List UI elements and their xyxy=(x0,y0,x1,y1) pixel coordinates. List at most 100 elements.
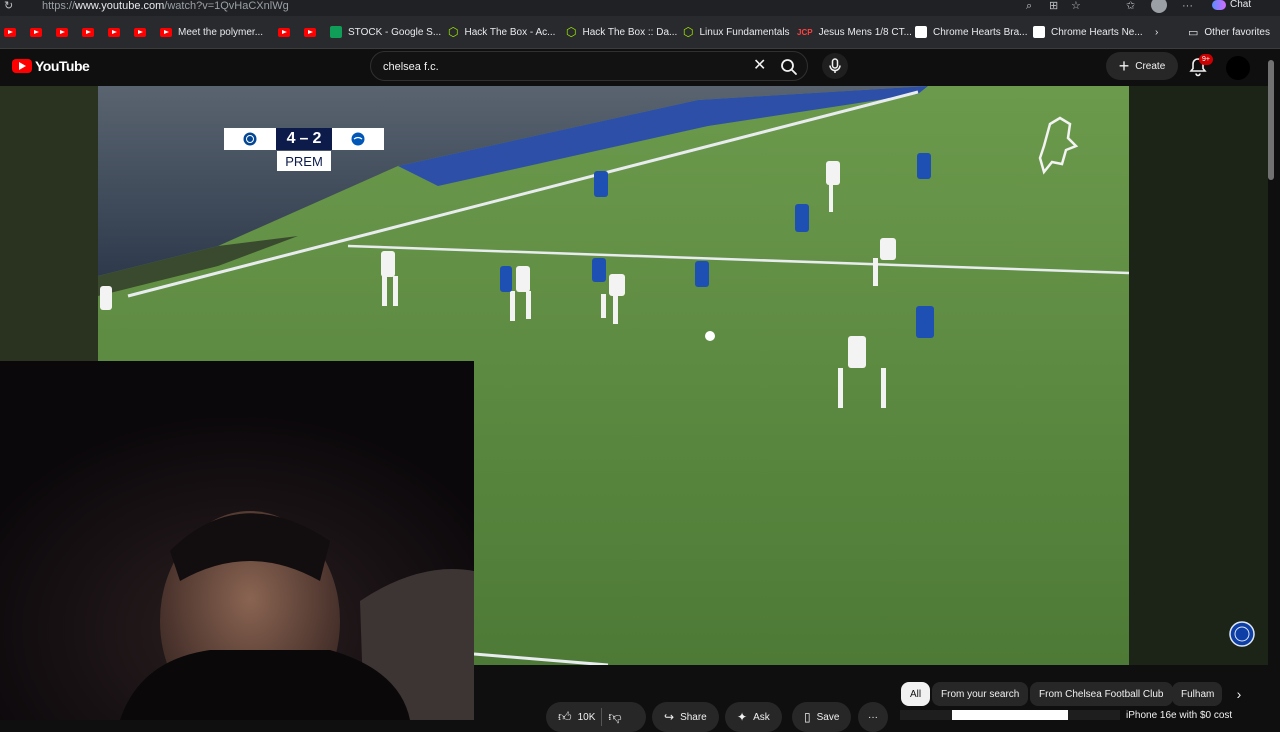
logo-text: YouTube xyxy=(35,58,90,74)
scoreboard: 4 – 2 PREM xyxy=(224,128,384,172)
bookmark-yt-3[interactable] xyxy=(56,24,68,40)
ad-title[interactable]: iPhone 16e with $0 cost xyxy=(1126,710,1232,721)
like-button[interactable]: 👍︎ 10K xyxy=(558,709,595,725)
close-icon[interactable]: ✕ xyxy=(753,57,766,75)
reload-icon[interactable]: ↻ xyxy=(4,0,13,12)
profile-avatar[interactable] xyxy=(1151,0,1167,13)
youtube-favicon-icon xyxy=(304,27,316,37)
hackthebox-icon: ⬡ xyxy=(683,25,694,39)
plus-icon: + xyxy=(1118,56,1130,76)
share-button[interactable]: ↪ Share xyxy=(652,702,719,732)
search-input[interactable] xyxy=(381,57,745,77)
bookmark-stock[interactable]: STOCK - Google S... xyxy=(330,24,441,40)
bookmark-yt-2[interactable] xyxy=(30,24,42,40)
bookmark-yt-4[interactable] xyxy=(82,24,94,40)
bookmark-htb-dashboard[interactable]: ⬡ Hack The Box :: Da... xyxy=(566,24,677,40)
youtube-header: YouTube ✕ + Create 9+ xyxy=(0,49,1280,86)
chevron-right-icon: › xyxy=(1236,686,1242,702)
chip-from-your-search[interactable]: From your search xyxy=(932,682,1029,706)
bookmark-yt-5[interactable] xyxy=(108,24,120,40)
search-icon[interactable] xyxy=(779,57,799,77)
address-bar[interactable]: ↻ https://www.youtube.com/watch?v=1QvHaC… xyxy=(0,0,1280,16)
chrome-hearts-icon xyxy=(1033,26,1045,38)
bookmark-label: Linux Fundamentals xyxy=(699,26,790,38)
chip-label: From your search xyxy=(941,688,1020,700)
bookmark-yt-8[interactable] xyxy=(304,24,316,40)
chip-from-chelsea[interactable]: From Chelsea Football Club xyxy=(1030,682,1173,706)
bookmarks-overflow[interactable]: › xyxy=(1155,24,1158,40)
ask-label: Ask xyxy=(753,711,770,723)
score-separator: – xyxy=(299,130,309,147)
star-icon[interactable]: ☆ xyxy=(1071,0,1081,12)
bookmark-chrome-hearts-1[interactable]: Chrome Hearts Bra... xyxy=(915,24,1027,40)
bookmark-yt-6[interactable] xyxy=(134,24,146,40)
account-avatar[interactable] xyxy=(1226,56,1250,80)
more-icon: ··· xyxy=(868,711,878,723)
other-favorites-label: Other favorites xyxy=(1204,26,1270,38)
bookmark-label: Chrome Hearts Ne... xyxy=(1051,26,1143,38)
bookmark-htb-academy[interactable]: ⬡ Hack The Box - Ac... xyxy=(448,24,555,40)
zoom-icon[interactable]: ⌕ xyxy=(1026,0,1032,12)
hackthebox-icon: ⬡ xyxy=(566,25,577,39)
more-actions-button[interactable]: ··· xyxy=(858,702,888,732)
bookmarks-bar: Meet the polymer... STOCK - Google S... … xyxy=(0,16,1280,49)
bookmark-yt-7[interactable] xyxy=(278,24,290,40)
chat-button[interactable]: Chat xyxy=(1212,0,1251,10)
ad-thumbnail[interactable] xyxy=(900,710,1120,720)
bookmark-label: Hack The Box :: Da... xyxy=(582,26,678,38)
favorites-icon[interactable]: ✩ xyxy=(1126,0,1135,12)
jcp-icon: JCP xyxy=(797,27,813,37)
bookmark-label: Chrome Hearts Bra... xyxy=(933,26,1028,38)
other-favorites[interactable]: ▭ Other favorites xyxy=(1188,24,1270,40)
bookmark-label: STOCK - Google S... xyxy=(348,26,442,38)
ad-image xyxy=(952,710,1068,720)
chip-label: Fulham xyxy=(1181,688,1215,700)
like-count: 10K xyxy=(577,711,596,723)
thumbs-up-icon: 👍︎ xyxy=(558,709,572,724)
create-button[interactable]: + Create xyxy=(1106,52,1178,80)
webcam-feed-image xyxy=(0,361,474,720)
microphone-icon xyxy=(829,58,841,73)
voice-search-button[interactable] xyxy=(822,53,848,79)
competition-label: PREM xyxy=(277,151,331,171)
chelsea-crest-icon xyxy=(243,132,257,146)
youtube-logo[interactable]: YouTube xyxy=(12,58,90,74)
home-team-crest xyxy=(224,128,276,150)
bookmark-chrome-hearts-2[interactable]: Chrome Hearts Ne... xyxy=(1033,24,1143,40)
menu-dots-icon[interactable]: ··· xyxy=(1182,0,1193,12)
ask-button[interactable]: ✦ Ask xyxy=(725,702,782,732)
chip-fulham[interactable]: Fulham xyxy=(1172,682,1222,706)
youtube-favicon-icon xyxy=(30,27,42,37)
share-label: Share xyxy=(680,711,707,723)
chip-all[interactable]: All xyxy=(901,682,931,706)
dislike-button[interactable]: 👎︎ xyxy=(608,709,621,725)
chips-next-button[interactable]: › xyxy=(1228,683,1250,705)
create-label: Create xyxy=(1135,60,1166,72)
divider xyxy=(601,708,603,726)
player-margin-left xyxy=(0,86,98,361)
youtube-favicon-icon xyxy=(108,27,120,37)
url-text[interactable]: https://www.youtube.com/watch?v=1QvHaCXn… xyxy=(42,0,289,12)
url-prefix: https:// xyxy=(42,0,76,12)
youtube-favicon-icon xyxy=(4,27,16,37)
chip-label: All xyxy=(910,688,922,700)
search-box[interactable]: ✕ xyxy=(370,51,808,81)
url-path: /watch?v=1QvHaCXnlWg xyxy=(164,0,289,12)
bookmark-jesus[interactable]: JCP Jesus Mens 1/8 CT... xyxy=(797,24,912,40)
apps-icon[interactable]: ⊞ xyxy=(1049,0,1058,12)
bookmark-polymer[interactable]: Meet the polymer... xyxy=(160,24,263,40)
bookmark-label: Hack The Box - Ac... xyxy=(464,26,556,38)
folder-icon: ▭ xyxy=(1188,26,1199,39)
save-button[interactable]: ▯ Save xyxy=(792,702,852,732)
chevron-right-icon: › xyxy=(1155,26,1159,38)
away-team-crest xyxy=(332,128,384,150)
sheets-icon xyxy=(330,26,342,38)
chelsea-watermark-icon xyxy=(1229,621,1255,647)
page-scrollbar[interactable] xyxy=(1268,60,1274,180)
bookmark-label: Jesus Mens 1/8 CT... xyxy=(818,26,912,38)
share-icon: ↪ xyxy=(664,710,675,724)
youtube-favicon-icon xyxy=(278,27,290,37)
bookmark-yt-1[interactable] xyxy=(4,24,16,40)
notification-badge: 9+ xyxy=(1199,54,1213,65)
bookmark-linux[interactable]: ⬡ Linux Fundamentals xyxy=(683,24,790,40)
